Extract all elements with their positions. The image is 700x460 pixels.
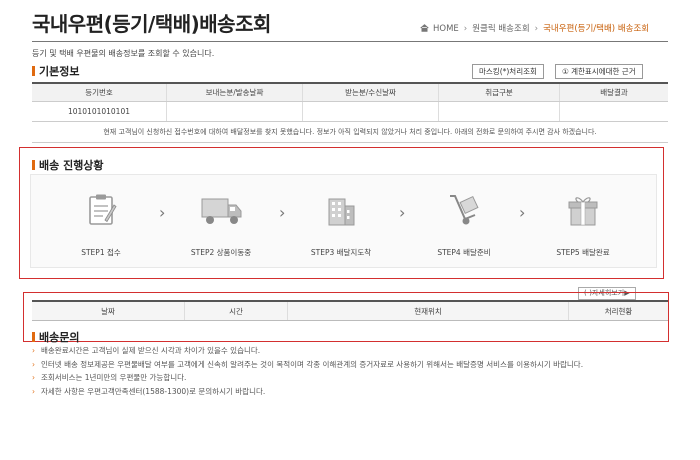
table-header-row: 날짜 시간 현재위치 처리현황 (32, 300, 668, 321)
history-table: 날짜 시간 현재위치 처리현황 (32, 300, 668, 321)
col-sender: 보내는분/발송날짜 (166, 82, 303, 102)
progress-title: 배송 진행상황 (32, 157, 104, 173)
table-header-row: 등기번호 보내는분/발송날짜 받는분/수신날짜 취급구분 배달결과 (32, 82, 668, 102)
col-time: 시간 (184, 300, 288, 321)
breadcrumb-oneclick[interactable]: 원클릭 배송조회 (472, 24, 529, 34)
breadcrumb-home[interactable]: HOME (433, 24, 459, 34)
step-2: STEP2 상품이동중 (176, 193, 266, 258)
cell-tracking-no: 1010101010101 (32, 101, 167, 122)
step-3: STEP3 배달지도착 (296, 193, 386, 258)
cell-sender (166, 101, 303, 122)
inquiry-notes: 배송완료시간은 고객님이 실제 받으신 시각과 차이가 있을수 있습니다. 인터… (32, 344, 672, 398)
breadcrumb: HOME › 원클릭 배송조회 › 국내우편(등기/택배) 배송조회 (420, 22, 649, 35)
inquiry-title: 배송문의 (32, 329, 79, 345)
step-1-label: STEP1 접수 (81, 248, 121, 257)
col-result: 배달결과 (559, 82, 668, 102)
table-row: 1010101010101 (32, 101, 668, 122)
progress-steps: STEP1 접수 › STEP2 상품이동중 › STEP3 배달지도착 › S… (30, 174, 657, 268)
step-1: STEP1 접수 (56, 193, 146, 258)
breadcrumb-current: 국내우편(등기/택배) 배송조회 (543, 24, 650, 34)
col-status: 처리현황 (568, 300, 668, 321)
list-item: 조회서비스는 1년미만의 우편물만 가능합니다. (32, 371, 672, 385)
step-5-label: STEP5 배달완료 (556, 248, 610, 257)
chevron-right-icon: › (399, 203, 406, 222)
chevron-right-icon: › (159, 203, 166, 222)
hand-truck-icon (450, 195, 479, 225)
section-bar (32, 66, 35, 76)
step-4-label: STEP4 배달준비 (437, 248, 491, 257)
col-handling: 취급구분 (438, 82, 560, 102)
col-location: 현재위치 (287, 300, 569, 321)
step-4: STEP4 배달준비 (419, 193, 509, 258)
intro-text: 등기 및 택배 우편물의 배송정보를 조회할 수 있습니다. (32, 49, 215, 58)
step-2-label: STEP2 상품이동중 (190, 248, 252, 257)
page-title: 국내우편(등기/택배)배송조회 (32, 12, 271, 36)
list-item: 배송완료시간은 고객님이 실제 받으신 시각과 차이가 있을수 있습니다. (32, 344, 672, 358)
no-info-message: 현재 고객님이 신청하신 접수번호에 대하여 배달정보를 찾지 못했습니다. 정… (32, 121, 668, 143)
col-tracking-no: 등기번호 (32, 82, 167, 102)
masking-button[interactable]: 마스킹(*)처리조회 (472, 64, 544, 79)
chevron-right-icon: › (519, 203, 526, 222)
col-date: 날짜 (32, 300, 185, 321)
section-bar (32, 332, 35, 342)
step-3-label: STEP3 배달지도착 (310, 248, 372, 257)
section-bar (32, 160, 35, 170)
building-icon (328, 198, 355, 226)
chevron-right-icon: › (279, 203, 286, 222)
clipboard-icon (89, 194, 117, 225)
cell-receiver (302, 101, 439, 122)
basic-info-table: 등기번호 보내는분/발송날짜 받는분/수신날짜 취급구분 배달결과 101010… (32, 82, 668, 143)
title-divider (32, 41, 668, 42)
basic-info-title: 기본정보 (32, 63, 79, 79)
breadcrumb-separator: › (463, 24, 468, 34)
list-item: 인터넷 배송 정보제공은 우편물배달 여부를 고객에게 신속히 알려주는 것이 … (32, 358, 672, 372)
list-item: 자세한 사항은 우편고객만족센터(1588-1300)로 문의하시기 바랍니다. (32, 385, 672, 399)
breadcrumb-separator: › (534, 24, 539, 34)
truck-icon (201, 198, 242, 224)
limit-basis-button[interactable]: ① 계한표시에대한 근거 (555, 64, 643, 79)
cell-result (559, 101, 668, 122)
col-receiver: 받는분/수신날짜 (302, 82, 439, 102)
gift-icon (568, 197, 598, 226)
step-5: STEP5 배달완료 (538, 193, 628, 258)
home-icon[interactable] (420, 24, 429, 35)
cell-handling (438, 101, 560, 122)
